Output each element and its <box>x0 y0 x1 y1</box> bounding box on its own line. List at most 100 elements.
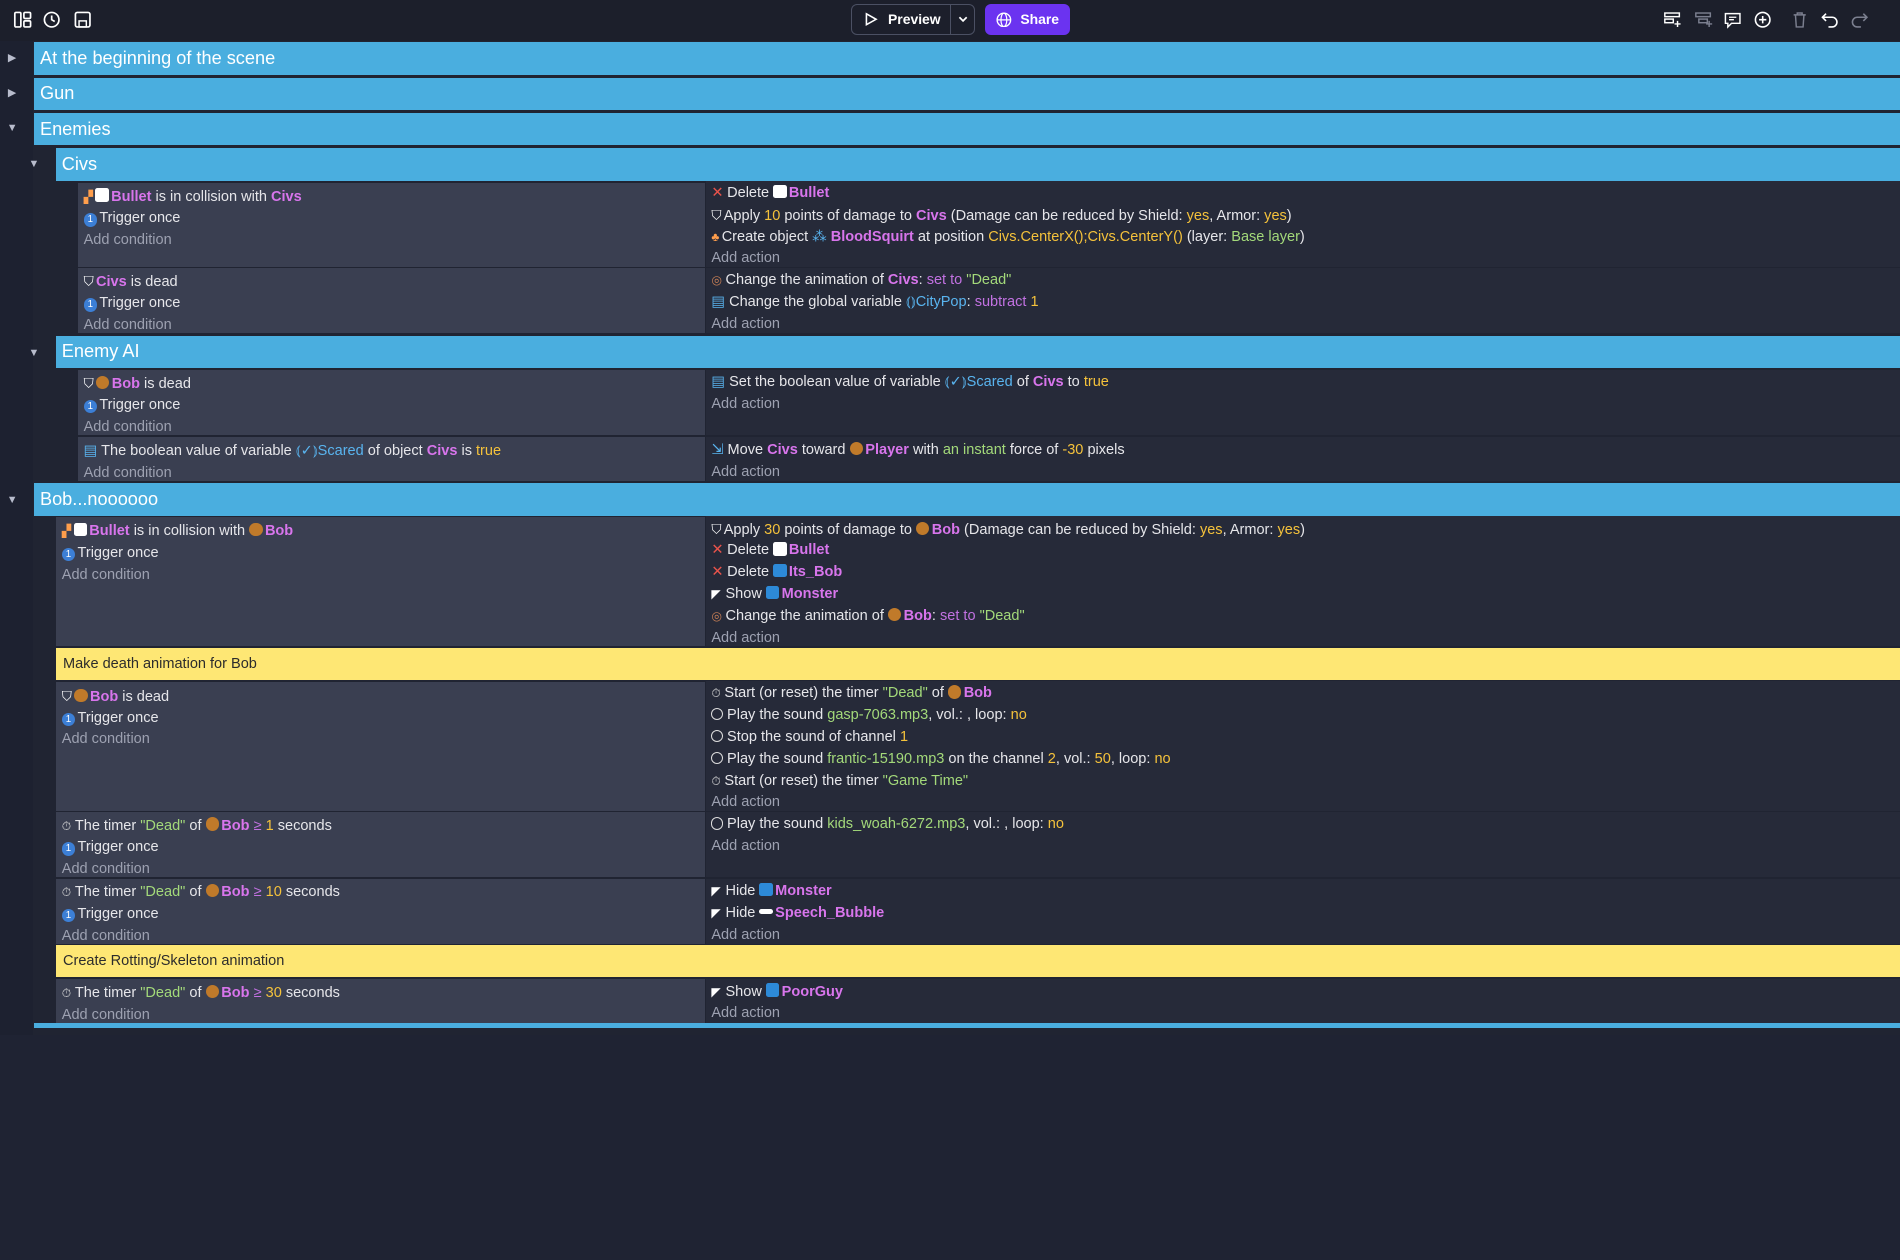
expand-arrow-icon[interactable]: ▶ <box>6 87 18 99</box>
preview-button[interactable]: Preview <box>850 3 976 36</box>
layout-icon[interactable] <box>13 10 32 29</box>
action-move-toward[interactable]: ⇲ Move Civs toward Player with an instan… <box>711 440 1900 462</box>
add-condition-link[interactable]: Add condition <box>62 565 705 586</box>
action-hide[interactable]: ◤ Hide Speech_Bubble <box>711 903 1900 925</box>
condition-is-dead[interactable]: ⛉ Bob is dead <box>84 373 706 395</box>
chevron-down-icon[interactable] <box>951 13 974 25</box>
collapse-arrow-icon[interactable]: ▼ <box>6 122 18 134</box>
comment-row[interactable]: Make death animation for Bob <box>55 648 1900 680</box>
group-header-civs[interactable]: Civs <box>55 147 1900 181</box>
condition-collision[interactable]: ▞ Bullet is in collision with Civs <box>84 187 706 209</box>
action-show[interactable]: ◤ Show PoorGuy <box>711 982 1900 1004</box>
event-conditions[interactable]: ▞ Bullet is in collision with Bob 1 Trigge… <box>55 517 706 646</box>
event-conditions[interactable]: ⏱ The timer "Dead" of Bob ≥ 1 seconds 1 Tr… <box>55 811 706 880</box>
condition-collision[interactable]: ▞ Bullet is in collision with Bob <box>62 521 705 543</box>
condition-trigger-once[interactable]: 1 Trigger once <box>83 208 706 230</box>
add-condition-link[interactable]: Add condition <box>84 230 706 251</box>
share-button[interactable]: Share <box>985 3 1070 36</box>
save-icon[interactable] <box>73 10 92 29</box>
condition-trigger-once[interactable]: 1 Trigger once <box>61 708 705 730</box>
event-actions[interactable]: Play the sound kids_woah-6272.mp3, vol.:… <box>706 811 1900 878</box>
action-play-sound-channel[interactable]: Play the sound frantic-15190.mp3 on the … <box>711 749 1900 771</box>
expand-arrow-icon[interactable]: ▶ <box>6 52 18 64</box>
add-action-link[interactable]: Add action <box>711 394 1900 415</box>
event-conditions[interactable]: ⛉ Bob is dead 1 Trigger once Add condition <box>77 369 706 438</box>
condition-trigger-once[interactable]: 1 Trigger once <box>83 395 706 417</box>
collapse-arrow-icon[interactable]: ▼ <box>6 494 18 506</box>
action-change-animation[interactable]: ◎ Change the animation of Bob: set to "De… <box>711 606 1900 628</box>
action-play-sound[interactable]: Play the sound kids_woah-6272.mp3, vol.:… <box>711 814 1900 836</box>
condition-is-dead[interactable]: ⛉ Bob is dead <box>62 686 705 708</box>
condition-timer[interactable]: ⏱ The timer "Dead" of Bob ≥ 10 seconds <box>62 882 705 904</box>
undo-icon[interactable] <box>1820 10 1839 29</box>
add-event-icon[interactable] <box>1663 10 1682 29</box>
condition-timer[interactable]: ⏱ The timer "Dead" of Bob ≥ 30 seconds <box>62 983 705 1005</box>
condition-trigger-once[interactable]: 1 Trigger once <box>83 293 706 315</box>
add-comment-icon[interactable] <box>1723 10 1742 29</box>
action-start-timer[interactable]: ⏱ Start (or reset) the timer "Dead" of Bo… <box>711 683 1900 705</box>
event-actions[interactable]: ▤ Set the boolean value of variable ⦅✓⦆S… <box>706 369 1900 435</box>
variable-icon: ▤ <box>83 443 102 460</box>
add-action-link[interactable]: Add action <box>711 314 1900 335</box>
action-apply-damage[interactable]: ⛉ Apply 30 points of damage to Bob (Damag… <box>711 519 1900 541</box>
action-set-boolean[interactable]: ▤ Set the boolean value of variable ⦅✓⦆S… <box>711 372 1900 394</box>
event-conditions[interactable]: ⛉ Bob is dead 1 Trigger once Add condition <box>55 682 706 811</box>
action-start-timer[interactable]: ⏱ Start (or reset) the timer "Game Time" <box>711 771 1900 793</box>
add-action-link[interactable]: Add action <box>711 836 1900 857</box>
condition-trigger-once[interactable]: 1 Trigger once <box>61 543 705 565</box>
delete-icon[interactable] <box>1790 10 1809 29</box>
add-action-link[interactable]: Add action <box>711 628 1900 649</box>
action-delete[interactable]: ✕ Delete Bullet <box>711 540 1900 562</box>
action-delete[interactable]: ✕ Delete Its_Bob <box>711 562 1900 584</box>
condition-trigger-once[interactable]: 1 Trigger once <box>61 837 705 859</box>
action-change-animation[interactable]: ◎ Change the animation of Civs: set to "D… <box>711 270 1900 292</box>
event-actions[interactable]: ◤ Show PoorGuy Add action <box>706 979 1900 1023</box>
add-action-link[interactable]: Add action <box>711 925 1900 946</box>
group-header-bob[interactable]: Bob...noooooo <box>33 483 1900 517</box>
add-action-link[interactable]: Add action <box>711 792 1900 813</box>
add-action-link[interactable]: Add action <box>711 462 1900 483</box>
add-condition-link[interactable]: Add condition <box>62 729 705 750</box>
comment-row[interactable]: Create Rotting/Skeleton animation <box>55 945 1900 977</box>
add-condition-link[interactable]: Add condition <box>62 859 705 880</box>
action-stop-sound[interactable]: Stop the sound of channel 1 <box>711 727 1900 749</box>
group-header-beginning[interactable]: At the beginning of the scene <box>33 42 1900 76</box>
add-condition-link[interactable]: Add condition <box>84 463 706 484</box>
condition-is-dead[interactable]: ⛉ Civs is dead <box>84 271 706 293</box>
condition-trigger-once[interactable]: 1 Trigger once <box>61 904 705 926</box>
event-actions[interactable]: ⇲ Move Civs toward Player with an instan… <box>706 437 1900 483</box>
action-show[interactable]: ◤ Show Monster <box>711 584 1900 606</box>
condition-timer[interactable]: ⏱ The timer "Dead" of Bob ≥ 1 seconds <box>62 816 705 838</box>
group-header-gun[interactable]: Gun <box>33 77 1900 111</box>
history-icon[interactable] <box>42 10 61 29</box>
event-actions[interactable]: ⏱ Start (or reset) the timer "Dead" of Bo… <box>706 681 1900 811</box>
action-play-sound[interactable]: Play the sound gasp-7063.mp3, vol.: , lo… <box>711 705 1900 727</box>
action-hide[interactable]: ◤ Hide Monster <box>711 881 1900 903</box>
event-conditions[interactable]: ⛉ Civs is dead 1 Trigger once Add conditio… <box>77 267 706 336</box>
event-actions[interactable]: ⛉ Apply 30 points of damage to Bob (Damag… <box>706 516 1900 646</box>
group-header-enemy-ai[interactable]: Enemy AI <box>55 335 1900 369</box>
add-condition-link[interactable]: Add condition <box>84 315 706 336</box>
action-change-global-variable[interactable]: ▤ Change the global variable ⦅⦆CityPop: … <box>711 292 1900 314</box>
event-actions[interactable]: ✕ Delete Bullet ⛉ Apply 10 points of damag… <box>706 180 1900 269</box>
add-other-icon[interactable] <box>1753 10 1772 29</box>
condition-boolean-value[interactable]: ▤ The boolean value of variable ⦅✓⦆Scare… <box>84 441 706 463</box>
event-conditions[interactable]: ▞ Bullet is in collision with Civs 1 Trigg… <box>77 182 706 267</box>
event-actions[interactable]: ◎ Change the animation of Civs: set to "D… <box>706 267 1900 335</box>
add-condition-link[interactable]: Add condition <box>62 926 705 947</box>
add-condition-link[interactable]: Add condition <box>84 417 706 438</box>
redo-icon[interactable] <box>1850 10 1869 29</box>
event-conditions[interactable]: ⏱ The timer "Dead" of Bob ≥ 30 seconds Ad… <box>55 979 706 1023</box>
event-actions[interactable]: ◤ Hide Monster ◤ Hide Speech_Bubble Add ac… <box>706 878 1900 946</box>
add-action-link[interactable]: Add action <box>711 1003 1900 1024</box>
action-create-object[interactable]: ♣ Create object ⁂ BloodSquirt at position… <box>711 227 1900 249</box>
collapse-arrow-icon[interactable]: ▼ <box>28 158 40 170</box>
collapse-arrow-icon[interactable]: ▼ <box>28 347 40 359</box>
event-conditions[interactable]: ▤ The boolean value of variable ⦅✓⦆Scare… <box>77 437 706 484</box>
event-conditions[interactable]: ⏱ The timer "Dead" of Bob ≥ 10 seconds 1T… <box>55 878 706 947</box>
action-delete[interactable]: ✕ Delete Bullet <box>711 183 1900 205</box>
action-apply-damage[interactable]: ⛉ Apply 10 points of damage to Civs (Dama… <box>711 205 1900 227</box>
group-header-enemies[interactable]: Enemies <box>33 112 1900 146</box>
add-subevent-icon[interactable] <box>1694 10 1713 29</box>
add-action-link[interactable]: Add action <box>711 248 1900 269</box>
